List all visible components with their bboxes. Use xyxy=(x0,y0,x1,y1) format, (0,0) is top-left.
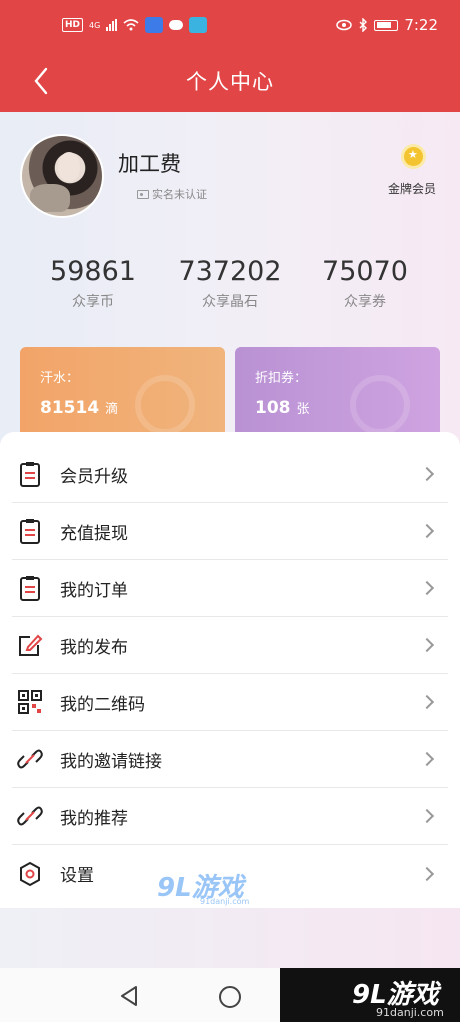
card-value: 108 xyxy=(255,398,291,418)
chevron-right-icon xyxy=(419,694,435,710)
chevron-right-icon xyxy=(419,751,435,767)
menu-item-label: 我的订单 xyxy=(60,580,128,601)
card-label: 折扣券： xyxy=(255,371,308,386)
menu-item-publish[interactable]: 我的发布 xyxy=(12,617,448,674)
battery-icon xyxy=(374,19,399,31)
menu-item-label: 我的发布 xyxy=(60,637,128,658)
stat-label: 众享晶石 xyxy=(202,294,258,310)
stat-label: 众享币 xyxy=(72,294,114,310)
menu-item-invite-link[interactable]: 我的邀请链接 xyxy=(12,731,448,788)
app-notification-icon-2 xyxy=(189,17,208,33)
stat-voucher[interactable]: 75070 众享券 xyxy=(290,256,440,311)
menu-item-label: 会员升级 xyxy=(60,466,128,487)
nav-home-button[interactable] xyxy=(219,986,241,1008)
verify-status[interactable]: 实名未认证 xyxy=(137,186,207,202)
chevron-left-icon xyxy=(34,67,48,95)
stat-value: 59861 xyxy=(50,256,136,287)
avatar[interactable] xyxy=(20,134,104,218)
menu-item-referral[interactable]: 我的推荐 xyxy=(12,788,448,845)
card-unit: 滴 xyxy=(105,402,119,417)
link-icon xyxy=(17,806,43,826)
stat-label: 众享券 xyxy=(344,294,386,310)
menu-item-recharge[interactable]: 充值提现 xyxy=(12,503,448,560)
menu-item-label: 我的邀请链接 xyxy=(60,751,162,772)
card-unit: 张 xyxy=(296,402,310,417)
card-value: 81514 xyxy=(40,398,100,418)
status-left-icons: HD 4G xyxy=(62,17,208,33)
id-card-icon xyxy=(137,189,149,199)
menu-item-label: 我的二维码 xyxy=(60,694,145,715)
stat-crystal[interactable]: 737202 众享晶石 xyxy=(155,256,305,311)
watermark-url: 91danji.com xyxy=(200,897,250,906)
page-header: 个人中心 xyxy=(0,50,460,112)
clipboard-icon xyxy=(20,519,40,544)
settings-icon xyxy=(20,861,40,886)
watermark-logo: 9L游戏 91danji.com xyxy=(157,867,249,906)
member-level[interactable]: 金牌会员 xyxy=(388,180,436,197)
chevron-right-icon xyxy=(419,866,435,881)
edit-icon xyxy=(19,634,43,656)
verify-status-label: 实名未认证 xyxy=(152,188,207,201)
watermark-corner: 9L游戏 91danji.com xyxy=(280,968,460,1022)
chevron-right-icon xyxy=(419,580,435,596)
status-right-icons: 7:22 xyxy=(336,16,438,34)
menu-item-label: 我的推荐 xyxy=(60,808,128,829)
card-decoration xyxy=(350,375,410,435)
coupon-card[interactable]: 折扣券： 108 张 xyxy=(235,347,440,439)
signal-icon xyxy=(106,19,118,31)
menu-item-qrcode[interactable]: 我的二维码 xyxy=(12,674,448,731)
chevron-right-icon xyxy=(419,637,435,653)
clipboard-icon xyxy=(20,576,40,601)
stat-value: 737202 xyxy=(178,256,282,287)
hd-icon: HD xyxy=(62,18,84,32)
eye-icon xyxy=(336,19,353,31)
stat-coin[interactable]: 59861 众享币 xyxy=(18,256,168,311)
menu-item-label: 充值提现 xyxy=(60,523,128,544)
app-notification-icon xyxy=(145,17,164,33)
chevron-right-icon xyxy=(419,466,435,482)
nav-back-button[interactable] xyxy=(118,984,142,1008)
qr-code-icon xyxy=(18,690,42,714)
sweat-card[interactable]: 汗水： 81514 滴 xyxy=(20,347,225,439)
card-decoration xyxy=(135,375,195,435)
card-label: 汗水： xyxy=(40,371,80,386)
username: 加工费 xyxy=(118,152,181,176)
link-icon xyxy=(17,749,43,769)
back-button[interactable] xyxy=(28,63,58,99)
watermark-corner-url: 91danji.com xyxy=(376,1006,444,1019)
clipboard-icon xyxy=(20,462,40,487)
menu-item-orders[interactable]: 我的订单 xyxy=(12,560,448,617)
cloud-icon xyxy=(169,20,184,30)
status-bar: HD 4G 7:22 xyxy=(0,0,460,50)
bluetooth-icon xyxy=(359,18,368,32)
wifi-icon xyxy=(123,19,139,31)
gold-medal-icon xyxy=(404,147,423,166)
stat-value: 75070 xyxy=(322,256,408,287)
clock: 7:22 xyxy=(404,16,438,34)
chevron-right-icon xyxy=(419,808,435,824)
page-title: 个人中心 xyxy=(186,70,274,94)
menu-item-member-upgrade[interactable]: 会员升级 xyxy=(12,446,448,503)
menu-panel: 会员升级 充值提现 我的订单 我的发布 我的二维码 我的邀请链接 我的推荐 设置 xyxy=(0,432,460,908)
network-label: 4G xyxy=(89,20,101,30)
bottom-background xyxy=(0,908,460,968)
chevron-right-icon xyxy=(419,523,435,539)
